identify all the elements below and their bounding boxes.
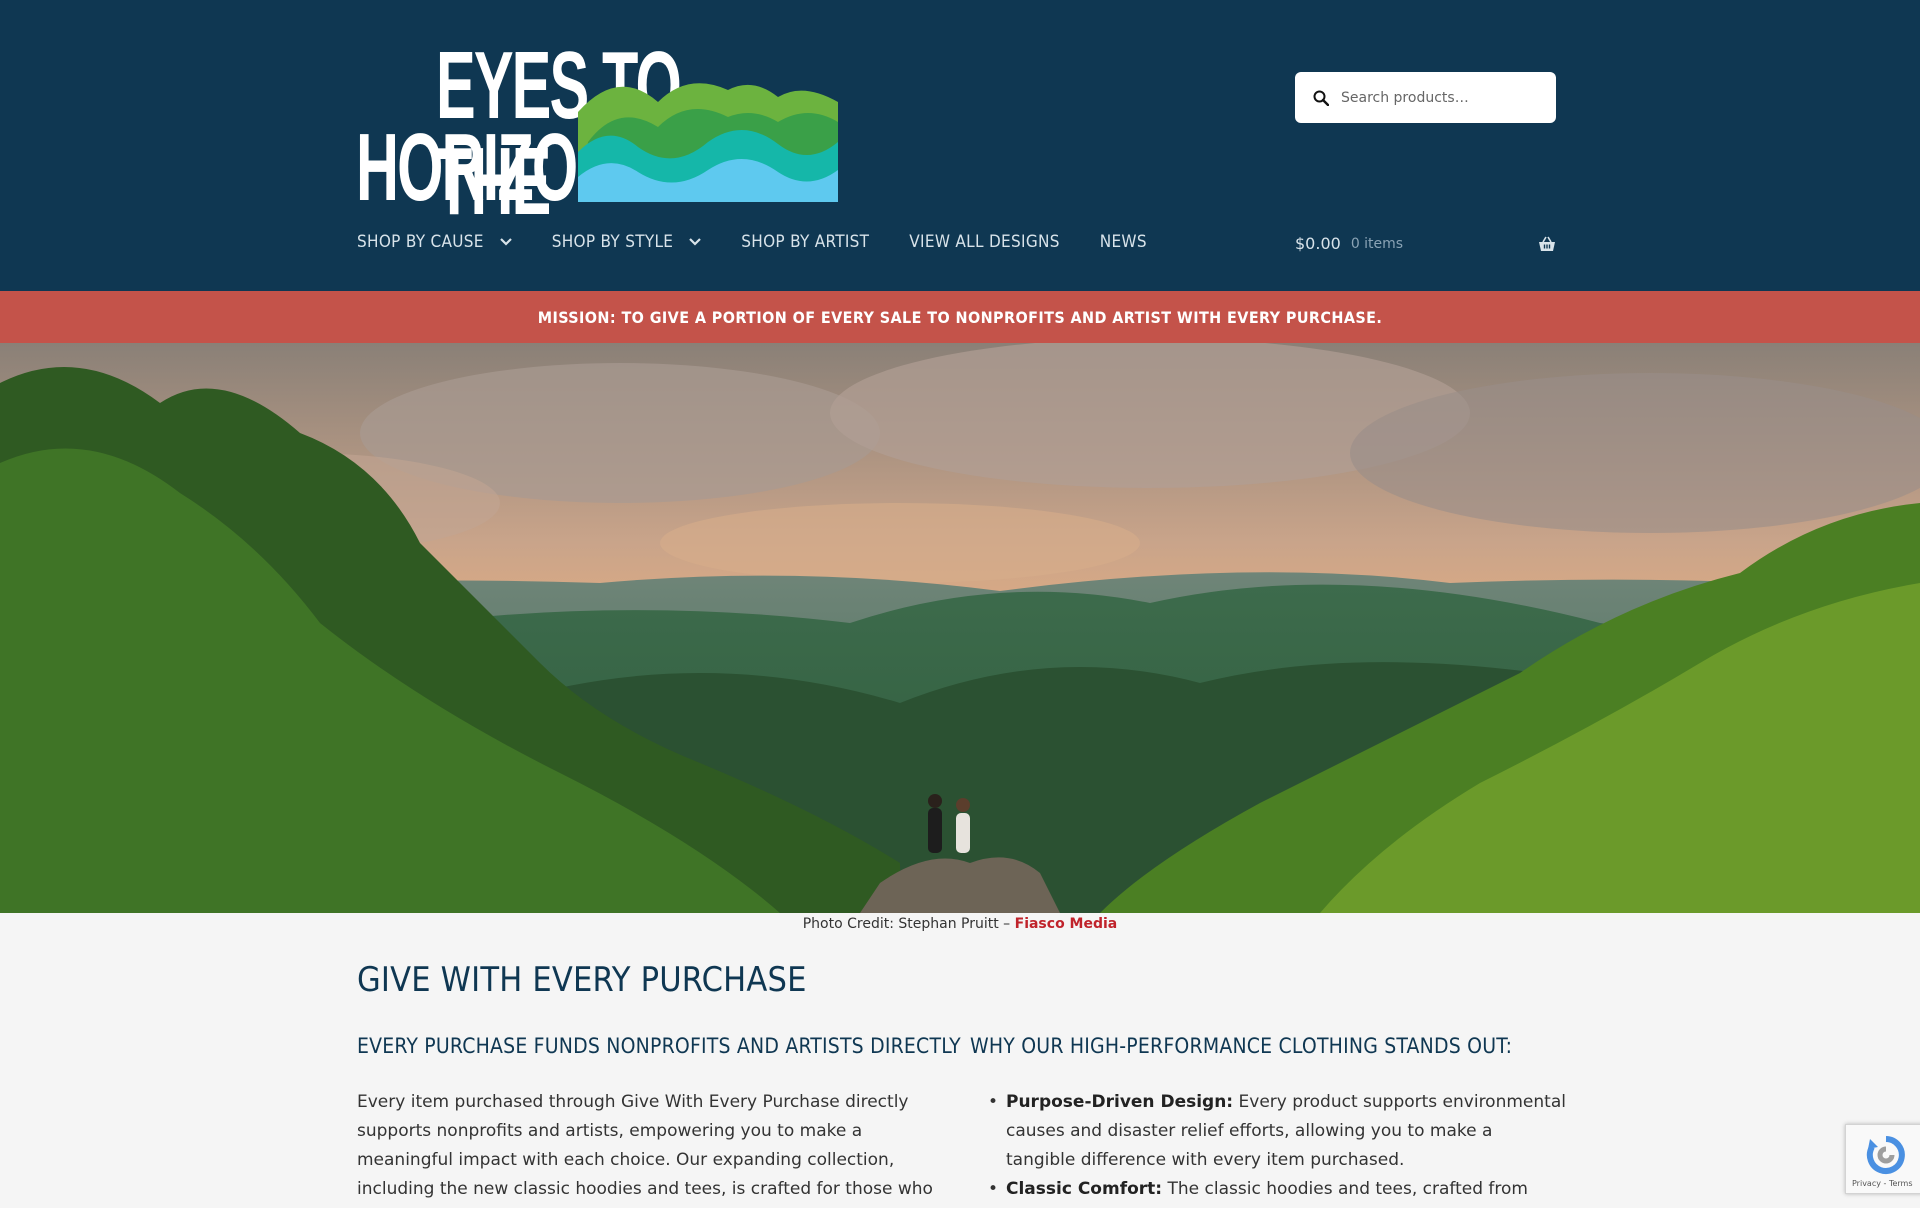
nav-item-shop-by-artist[interactable]: SHOP BY ARTIST (741, 232, 869, 252)
nav-item-news[interactable]: NEWS (1100, 232, 1147, 252)
cart-item-count: 0 items (1350, 235, 1404, 252)
hero-image (0, 343, 1920, 913)
recaptcha-privacy-terms[interactable]: Privacy - Terms (1852, 1179, 1913, 1188)
feature-term: Purpose-Driven Design: (1006, 1092, 1234, 1112)
mini-cart[interactable]: $0.00 0 items (1295, 234, 1556, 253)
site-header: EYES TO THE HORIZON SHOP BY CAUSE SHOP B… (0, 0, 1920, 291)
nav-item-label: SHOP BY ARTIST (741, 232, 870, 252)
nav-item-label: VIEW ALL DESIGNS (909, 232, 1060, 252)
nav-item-label: SHOP BY CAUSE (357, 232, 484, 252)
features-list: Purpose-Driven Design: Every product sup… (988, 1088, 1566, 1204)
chevron-down-icon (689, 238, 702, 246)
recaptcha-badge[interactable]: Privacy - Terms (1845, 1124, 1920, 1194)
feature-term: Classic Comfort: (1006, 1179, 1163, 1199)
hero-landscape-image (0, 343, 1920, 913)
nav-item-label: NEWS (1099, 232, 1147, 252)
right-section-heading: WHY OUR HIGH-PERFORMANCE CLOTHING STANDS… (970, 1034, 1513, 1058)
nav-item-shop-by-style[interactable]: SHOP BY STYLE (552, 232, 702, 252)
photo-credit: Photo Credit: Stephan Pruitt – Fiasco Me… (0, 916, 1920, 932)
photo-credit-link[interactable]: Fiasco Media (1015, 916, 1118, 932)
nav-item-label: SHOP BY STYLE (551, 232, 674, 252)
mission-text: MISSION: TO GIVE A PORTION OF EVERY SALE… (537, 307, 1383, 327)
left-section-heading: EVERY PURCHASE FUNDS NONPROFITS AND ARTI… (357, 1034, 961, 1058)
feature-text: The classic hoodies and tees, crafted fr… (1162, 1179, 1528, 1199)
nav-item-shop-by-cause[interactable]: SHOP BY CAUSE (357, 232, 512, 252)
site-logo[interactable]: EYES TO THE HORIZON (356, 36, 838, 230)
intro-paragraph: Every item purchased through Give With E… (357, 1092, 933, 1199)
nav-item-view-all-designs[interactable]: VIEW ALL DESIGNS (909, 232, 1059, 252)
list-item: Classic Comfort: The classic hoodies and… (988, 1175, 1566, 1204)
product-search[interactable] (1295, 72, 1556, 123)
recaptcha-icon (1866, 1136, 1905, 1174)
logo-mountain-waves-icon (578, 83, 838, 202)
search-icon (1313, 90, 1329, 106)
cart-amount: $0.00 (1295, 234, 1341, 253)
search-input[interactable] (1341, 89, 1541, 106)
photo-credit-text: Photo Credit: Stephan Pruitt – (802, 916, 1015, 932)
list-item: Purpose-Driven Design: Every product sup… (988, 1088, 1566, 1175)
main-navigation: SHOP BY CAUSE SHOP BY STYLE SHOP BY ARTI… (357, 232, 1187, 252)
mission-banner: MISSION: TO GIVE A PORTION OF EVERY SALE… (0, 291, 1920, 343)
basket-icon[interactable] (1538, 236, 1556, 252)
chevron-down-icon (499, 238, 512, 246)
page-title: GIVE WITH EVERY PURCHASE (357, 960, 807, 1000)
